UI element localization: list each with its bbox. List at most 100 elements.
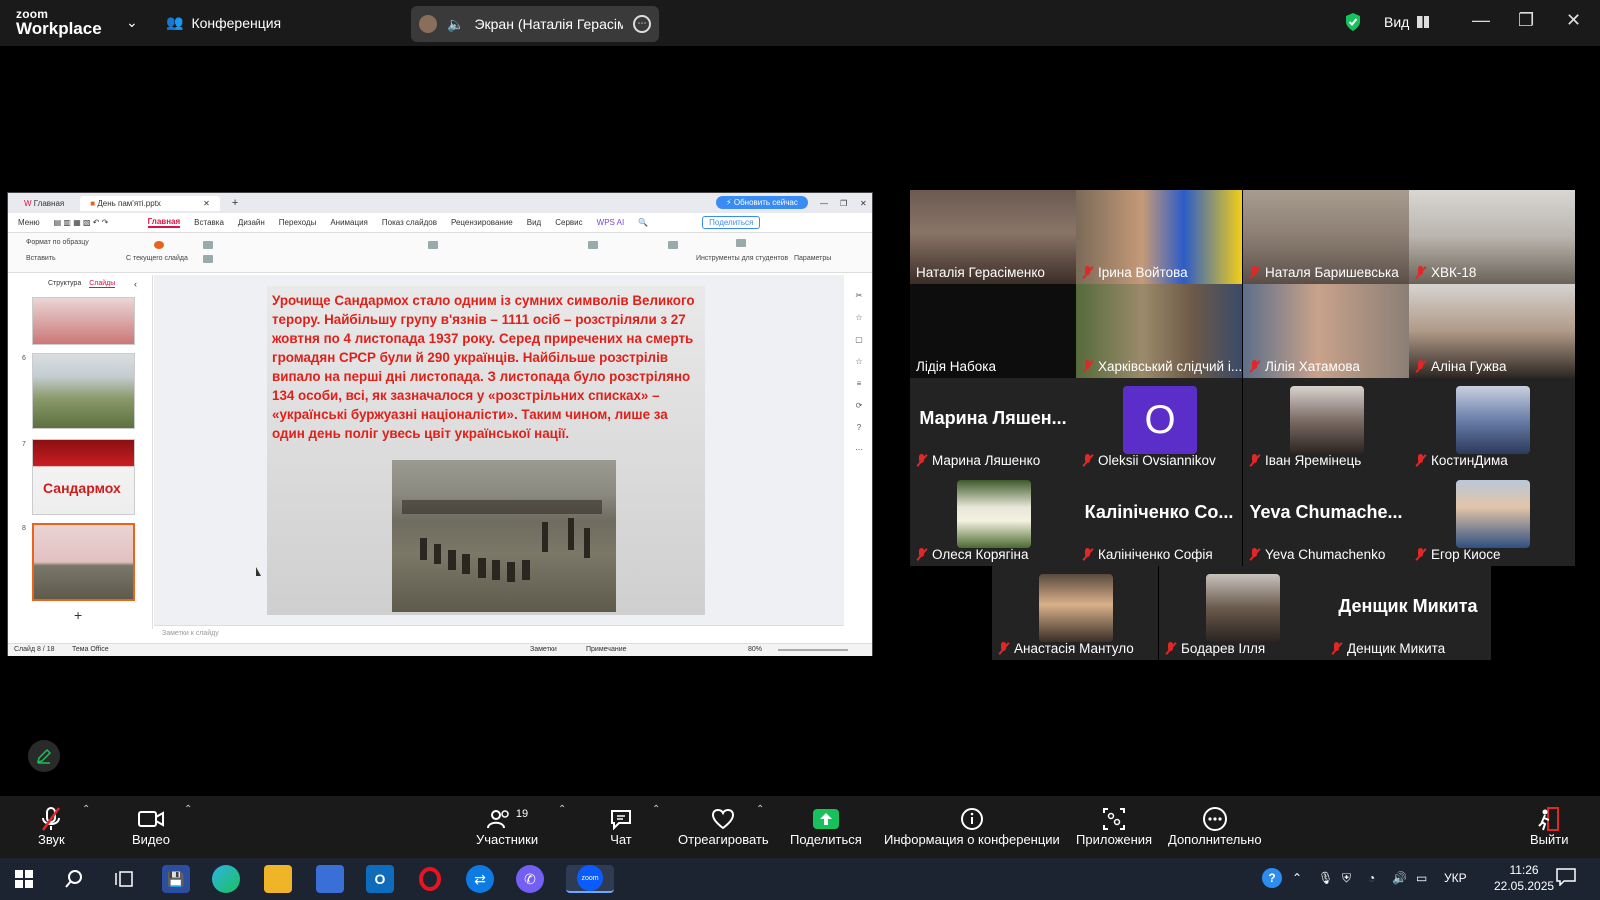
slide-thumbnail[interactable] <box>32 297 135 345</box>
participant-tile[interactable]: Іван Яремінець <box>1243 378 1409 472</box>
menu-item-animation[interactable]: Анимация <box>330 218 368 227</box>
wifi-icon[interactable]: ◔ <box>1368 871 1375 885</box>
participant-tile[interactable]: Денщик Микита Денщик Микита <box>1325 566 1491 660</box>
tab-slides[interactable]: Слайды <box>89 280 116 288</box>
student-tools-button[interactable]: Инструменты для студентов <box>696 255 788 262</box>
opera-icon[interactable] <box>416 865 444 893</box>
apps-button[interactable]: Приложения <box>1076 806 1152 847</box>
add-slide-icon[interactable]: + <box>74 607 82 623</box>
edge-browser-icon[interactable] <box>212 865 240 893</box>
menu-item-design[interactable]: Дизайн <box>238 218 265 227</box>
menu-item-insert[interactable]: Вставка <box>194 218 224 227</box>
menu-item-wps-ai[interactable]: WPS AI <box>597 218 625 227</box>
shield-icon[interactable]: ⛨ <box>1342 871 1351 886</box>
participants-options-caret[interactable]: ⌃ <box>558 804 566 815</box>
paste-button[interactable]: Вставить <box>26 255 56 262</box>
zoom-level[interactable]: 80% <box>748 646 762 653</box>
shapes-icon[interactable] <box>588 241 598 249</box>
participant-tile[interactable]: Егор Киосе <box>1409 472 1575 566</box>
restore-icon[interactable]: ❐ <box>840 199 847 208</box>
chevron-up-icon[interactable]: ⌃ <box>1292 871 1302 885</box>
meeting-info-button[interactable]: Информация о конференции <box>884 806 1060 847</box>
save-floppy-icon[interactable]: 💾 <box>162 865 190 893</box>
view-button[interactable]: Вид <box>1384 14 1430 30</box>
restore-icon[interactable]: ❐ <box>1518 10 1534 31</box>
slide-thumbnail-active[interactable] <box>32 523 135 601</box>
more-button[interactable]: Дополнительно <box>1168 806 1262 847</box>
viber-icon[interactable]: ✆ <box>516 865 544 893</box>
tool-icons[interactable]: ✂ ☆ ▢ ☆ ≡ ⟳? ⋯ <box>846 275 872 461</box>
minimize-icon[interactable]: — <box>1472 10 1490 31</box>
chat-options-caret[interactable]: ⌃ <box>652 804 660 815</box>
screen-share-indicator[interactable]: 🔈 Экран (Наталія Герасіменк ⋯ <box>411 6 659 42</box>
help-icon[interactable]: ? <box>1262 868 1282 888</box>
battery-icon[interactable]: ▭ <box>1416 871 1427 885</box>
microphone-icon[interactable]: 🎙 <box>1318 871 1333 885</box>
participant-tile[interactable]: Олеся Корягіна <box>910 472 1076 566</box>
participant-tile[interactable]: Харківський слідчий і... <box>1076 284 1242 378</box>
meeting-button[interactable]: 👥 Конференция <box>166 14 281 31</box>
menu-item-slideshow[interactable]: Показ слайдов <box>382 218 437 227</box>
section-icon[interactable] <box>203 255 213 263</box>
language-indicator[interactable]: УКР <box>1444 871 1467 885</box>
file-explorer-icon[interactable] <box>264 865 292 893</box>
participant-tile[interactable]: Yeva Chumache... Yeva Chumachenko <box>1243 472 1409 566</box>
share-doc-button[interactable]: Поделиться <box>702 216 761 229</box>
participant-tile[interactable]: КостинДима <box>1409 378 1575 472</box>
participant-tile[interactable]: Лідія Набока <box>910 284 1076 378</box>
slideshow-icon[interactable] <box>154 241 164 249</box>
zoom-slider[interactable] <box>778 649 848 651</box>
store-icon[interactable] <box>316 865 344 893</box>
tab-document[interactable]: ■ День пам'яті.pptx ✕ <box>80 195 220 211</box>
participant-tile[interactable]: ХВК-18 <box>1409 190 1575 284</box>
security-shield-icon[interactable] <box>1344 12 1362 32</box>
chat-button[interactable]: Чат <box>609 806 633 847</box>
zoom-taskbar-icon[interactable]: zoom <box>566 865 614 893</box>
find-icon[interactable] <box>668 241 678 249</box>
menu-item-view[interactable]: Вид <box>527 218 541 227</box>
volume-icon[interactable]: 🔊 <box>1392 871 1407 885</box>
theme-label[interactable]: Тема Office <box>72 646 109 653</box>
slide-thumbnail[interactable] <box>32 353 135 429</box>
more-options-icon[interactable]: ⋯ <box>633 15 651 33</box>
video-button[interactable]: Видео <box>132 806 170 847</box>
menu-item-transitions[interactable]: Переходы <box>279 218 317 227</box>
menu-item-home[interactable]: Главная <box>147 217 181 228</box>
notes-toggle[interactable]: Заметки <box>530 646 557 653</box>
slide-thumbnail[interactable]: Сандармох <box>32 439 135 515</box>
params-button[interactable]: Параметры <box>794 255 831 262</box>
format-painter-button[interactable]: Формат по образцу <box>26 239 89 246</box>
notification-icon[interactable] <box>1556 868 1576 889</box>
annotate-pen-icon[interactable] <box>28 740 60 772</box>
participants-button[interactable]: 19 Участники <box>476 806 538 847</box>
tab-outline[interactable]: Структура <box>48 280 81 288</box>
participant-tile[interactable]: Марина Ляшен... Марина Ляшенко <box>910 378 1076 472</box>
menu-item-review[interactable]: Рецензирование <box>451 218 513 227</box>
windows-start-icon[interactable] <box>10 865 38 893</box>
search-icon[interactable] <box>60 865 88 893</box>
video-options-caret[interactable]: ⌃ <box>184 804 192 815</box>
comment-toggle[interactable]: Примечание <box>586 646 627 653</box>
add-tab-icon[interactable]: + <box>232 197 238 209</box>
list-icon[interactable] <box>428 241 438 249</box>
clock[interactable]: 11:26 22.05.2025 <box>1494 862 1554 894</box>
audio-button[interactable]: Звук <box>38 806 65 847</box>
chevron-down-icon[interactable]: ⌄ <box>126 14 138 31</box>
close-icon[interactable]: ✕ <box>860 199 867 208</box>
participant-tile[interactable]: Ірина Войтова <box>1076 190 1242 284</box>
outlook-icon[interactable]: O <box>366 865 394 893</box>
participant-tile[interactable]: Лілія Хатамова <box>1243 284 1409 378</box>
participant-tile[interactable]: O Oleksii Ovsiannikov <box>1076 378 1242 472</box>
participant-tile[interactable]: Аліна Гужва <box>1409 284 1575 378</box>
participant-tile[interactable]: Наталія Герасіменко <box>910 190 1076 284</box>
audio-options-caret[interactable]: ⌃ <box>82 804 90 815</box>
menu-item-menu[interactable]: Меню <box>18 218 40 227</box>
participant-tile[interactable]: Бодарев Ілля <box>1159 566 1325 660</box>
share-screen-button[interactable]: Поделиться <box>790 806 862 847</box>
collapse-panel-icon[interactable]: ‹ <box>134 279 137 289</box>
tab-home[interactable]: W Главная <box>14 196 74 211</box>
menu-item-tools[interactable]: Сервис <box>555 218 582 227</box>
participant-tile[interactable]: Анастасія Мантуло <box>992 566 1158 660</box>
update-now-button[interactable]: ⚡ Обновить сейчас <box>716 196 808 209</box>
search-icon[interactable]: 🔍 <box>638 218 648 227</box>
